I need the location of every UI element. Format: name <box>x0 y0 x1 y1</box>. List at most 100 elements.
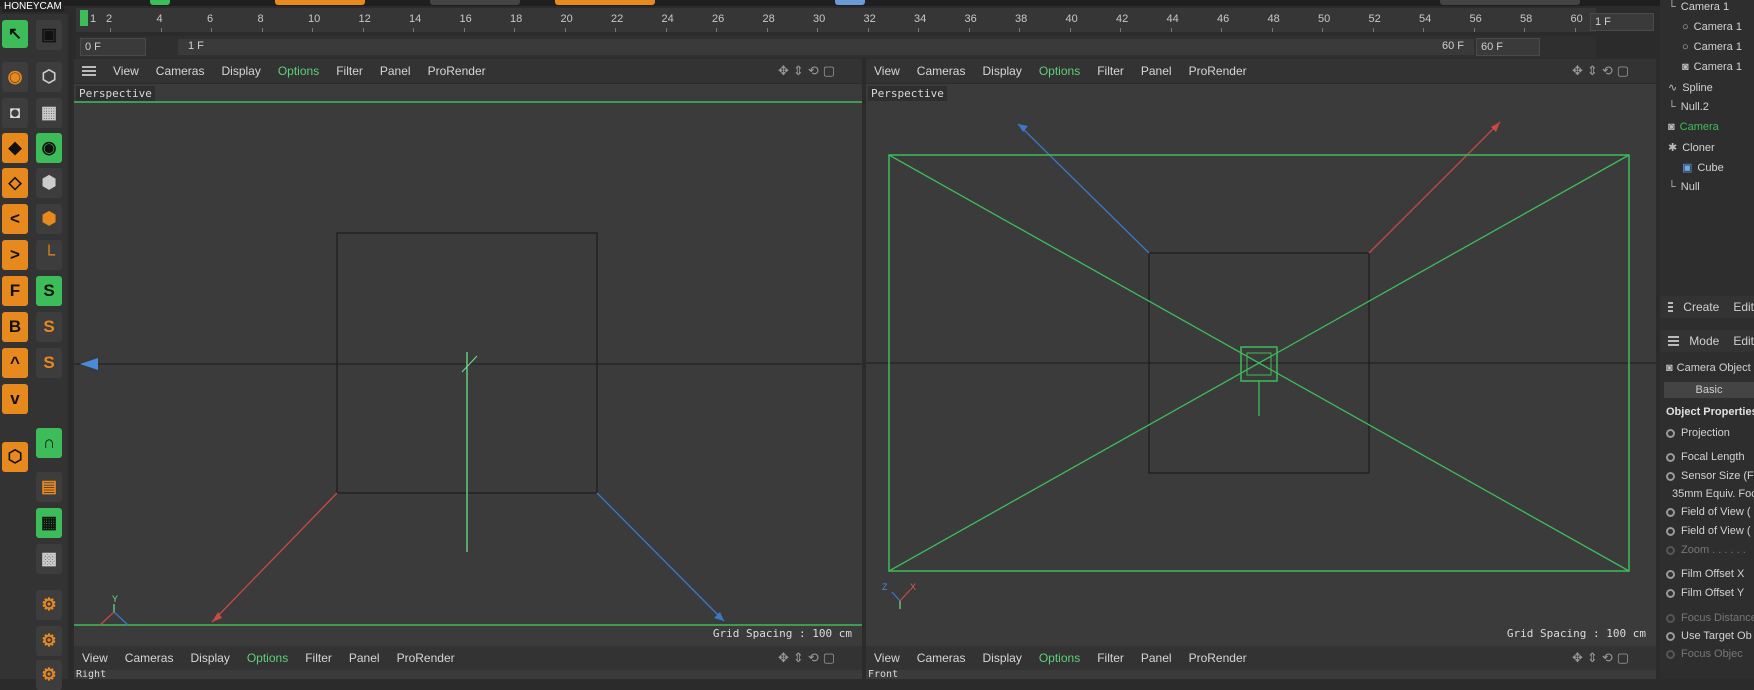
workplane-snap-icon[interactable]: S <box>36 348 62 378</box>
object-row[interactable]: ◙ Camera 1 <box>1682 61 1742 73</box>
grid-settings-icon[interactable]: ▩ <box>36 544 62 574</box>
menu-display[interactable]: Display <box>982 64 1021 78</box>
menu-display[interactable]: Display <box>221 64 260 78</box>
create-tab[interactable]: Create <box>1683 300 1719 314</box>
perspective-cube-icon[interactable]: ⬡ <box>2 442 28 472</box>
cube-mode-icon[interactable]: ◇ <box>2 168 28 198</box>
snap-icon[interactable]: S <box>36 276 62 306</box>
workplane-icon[interactable]: ▤ <box>36 472 62 502</box>
points-mode-icon[interactable]: ⬢ <box>36 168 62 198</box>
front-view-icon[interactable]: F <box>2 276 28 306</box>
viewport-top-left[interactable]: Perspective Y Grid Spacing : 100 cm <box>74 84 862 646</box>
snap-settings-icon[interactable]: S <box>36 312 62 342</box>
checker-cube-icon[interactable]: ▦ <box>36 98 62 128</box>
menu-panel[interactable]: Panel <box>349 651 380 665</box>
object-row[interactable]: └ Camera 1 <box>1668 1 1729 13</box>
attribute-row[interactable]: Zoom . . . . . . <box>1666 544 1746 556</box>
attribute-row[interactable]: Sensor Size (F <box>1666 470 1754 482</box>
keyframe-radio-icon[interactable] <box>1666 428 1675 438</box>
object-row[interactable]: └ Null.2 <box>1668 101 1709 113</box>
menu-options[interactable]: Options <box>1039 651 1080 665</box>
polygon-mode-icon[interactable]: ⬢ <box>36 204 62 234</box>
viewport-nav-icons[interactable]: ✥⇕⟲▢ <box>778 650 839 666</box>
hamburger-icon[interactable] <box>1668 334 1680 348</box>
menu-prorender[interactable]: ProRender <box>428 64 486 78</box>
current-frame-field[interactable]: 0 F <box>80 38 146 56</box>
keyframe-radio-icon[interactable] <box>1666 545 1675 555</box>
viewport-bottom-right[interactable]: Front <box>866 670 1656 679</box>
menu-cameras[interactable]: Cameras <box>125 651 174 665</box>
keyframe-radio-icon[interactable] <box>1666 507 1675 517</box>
mode-menu[interactable]: Mode <box>1689 334 1719 348</box>
keyframe-radio-icon[interactable] <box>1666 471 1675 481</box>
keyframe-radio-icon[interactable] <box>1666 569 1675 579</box>
grid-lock-icon[interactable]: ▦ <box>36 508 62 538</box>
object-mode-icon[interactable]: ◆ <box>2 133 28 163</box>
attribute-row[interactable]: Film Offset Y <box>1666 587 1744 599</box>
menu-filter[interactable]: Filter <box>1097 651 1124 665</box>
keyframe-radio-icon[interactable] <box>1666 613 1675 623</box>
menu-cameras[interactable]: Cameras <box>917 651 966 665</box>
menu-view[interactable]: View <box>113 64 139 78</box>
attribute-row[interactable]: Focus Objec <box>1666 648 1743 660</box>
render-camera-icon[interactable]: ◘ <box>2 98 28 128</box>
toolbar-button[interactable] <box>430 0 520 5</box>
render-queue-icon[interactable]: ⚙ <box>36 660 62 690</box>
menu-view[interactable]: View <box>82 651 108 665</box>
menu-panel[interactable]: Panel <box>1141 651 1172 665</box>
viewport-bottom-left[interactable]: Right <box>74 670 862 679</box>
menu-display[interactable]: Display <box>982 651 1021 665</box>
menu-panel[interactable]: Panel <box>1141 64 1172 78</box>
menu-options[interactable]: Options <box>278 64 319 78</box>
toolbar-button[interactable] <box>555 0 655 5</box>
menu-prorender[interactable]: ProRender <box>1189 64 1247 78</box>
basic-tab[interactable]: Basic <box>1664 382 1754 398</box>
playhead[interactable] <box>80 10 88 26</box>
attribute-row[interactable]: Field of View ( <box>1666 525 1751 537</box>
hamburger-icon[interactable] <box>82 64 96 78</box>
viewport-nav-icons[interactable]: ✥⇕⟲▢ <box>778 63 839 79</box>
object-row[interactable]: ▣ Cube <box>1682 161 1724 174</box>
menu-options[interactable]: Options <box>247 651 288 665</box>
model-mode-icon[interactable]: ◉ <box>36 133 62 163</box>
menu-filter[interactable]: Filter <box>305 651 332 665</box>
attribute-row[interactable]: 35mm Equiv. Foc <box>1672 488 1754 500</box>
live-select-icon[interactable]: ▣ <box>36 20 62 50</box>
top-view-icon[interactable]: ^ <box>2 348 28 378</box>
camera-tool-icon[interactable]: ◉ <box>2 62 28 92</box>
move-tool-button[interactable]: ↖ <box>2 20 28 48</box>
object-row[interactable]: ◙ Camera <box>1668 121 1719 133</box>
magnet-icon[interactable]: ∩ <box>36 428 62 458</box>
menu-panel[interactable]: Panel <box>380 64 411 78</box>
arrow-right-icon[interactable]: > <box>2 240 28 270</box>
menu-view[interactable]: View <box>874 64 900 78</box>
timeline-ruler[interactable]: 1 2 4 6 8 10 12 14 16 18 20 22 24 26 28 30 32 34 36 38 40 42… <box>76 8 1596 32</box>
toolbar-button[interactable] <box>275 0 365 5</box>
hamburger-icon[interactable] <box>1668 300 1674 314</box>
attribute-row[interactable]: Focal Length <box>1666 451 1745 463</box>
menu-options[interactable]: Options <box>1039 64 1080 78</box>
object-row[interactable]: ∿ Spline <box>1668 81 1713 94</box>
attribute-row[interactable]: Field of View ( <box>1666 506 1751 518</box>
menu-display[interactable]: Display <box>190 651 229 665</box>
keyframe-radio-icon[interactable] <box>1666 452 1675 462</box>
attribute-row[interactable]: Projection <box>1666 427 1730 439</box>
object-row[interactable]: ✱ Cloner <box>1668 141 1715 154</box>
back-view-icon[interactable]: B <box>2 312 28 342</box>
edit-menu[interactable]: Edit <box>1733 334 1754 348</box>
keyframe-radio-icon[interactable] <box>1666 631 1675 641</box>
axis-mode-icon[interactable]: └ <box>36 240 62 270</box>
keyframe-radio-icon[interactable] <box>1666 526 1675 536</box>
toolbar-button[interactable] <box>835 0 865 5</box>
render-settings-icon[interactable]: ⚙ <box>36 590 62 620</box>
keyframe-radio-icon[interactable] <box>1666 588 1675 598</box>
object-row[interactable]: ○ Camera 1 <box>1682 41 1742 53</box>
toolbar-button[interactable] <box>150 0 170 5</box>
edit-tab[interactable]: Edit <box>1733 300 1754 314</box>
bottom-view-icon[interactable]: v <box>2 384 28 414</box>
viewport-top-right[interactable]: Perspective Z X Grid Spacing : 100 cm <box>866 84 1656 646</box>
toolbar-button[interactable] <box>1440 0 1580 5</box>
render-view-icon[interactable]: ⚙ <box>36 626 62 656</box>
viewport-nav-icons[interactable]: ✥⇕⟲▢ <box>1572 650 1633 666</box>
object-row[interactable]: ○ Camera 1 <box>1682 21 1742 33</box>
